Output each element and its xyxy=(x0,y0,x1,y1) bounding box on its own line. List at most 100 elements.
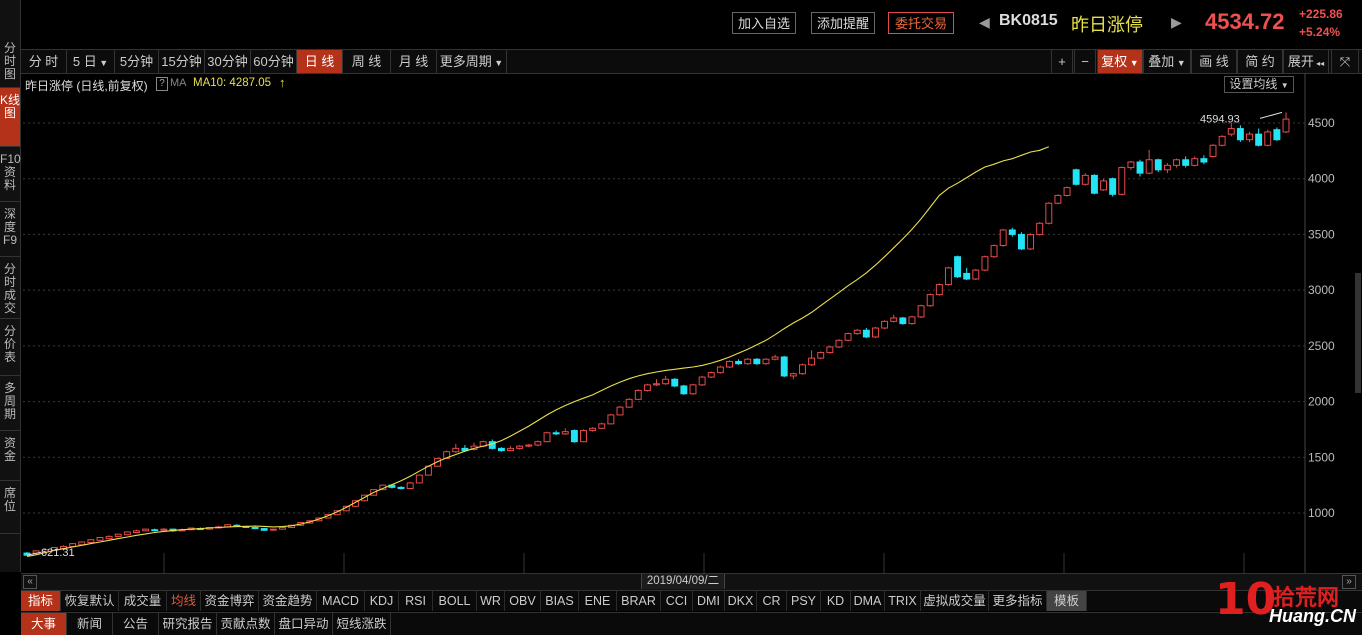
candle[interactable] xyxy=(799,363,806,375)
period-tab-0[interactable]: 分 时 xyxy=(21,50,67,73)
period-tab-6[interactable]: 日 线 xyxy=(297,50,343,73)
news-tab-5[interactable]: 盘口异动 xyxy=(275,613,333,635)
candle[interactable] xyxy=(653,379,660,386)
candle[interactable] xyxy=(1136,159,1144,177)
candle[interactable] xyxy=(1200,155,1208,165)
indicator-tab-6[interactable]: MACD xyxy=(317,591,365,611)
candle[interactable] xyxy=(1118,166,1126,196)
indicator-tab-22[interactable]: TRIX xyxy=(885,591,921,611)
candle[interactable] xyxy=(1264,129,1272,147)
candle[interactable] xyxy=(1273,127,1281,141)
candle[interactable] xyxy=(96,536,104,541)
candle[interactable] xyxy=(817,351,825,360)
indicator-tab-10[interactable]: WR xyxy=(477,591,505,611)
candle[interactable] xyxy=(835,339,843,349)
candle[interactable] xyxy=(972,268,980,281)
left-tab-4[interactable]: 分时成交 xyxy=(0,257,20,319)
candle[interactable] xyxy=(123,531,131,536)
period-tab-2[interactable]: 5分钟 xyxy=(115,50,159,73)
candle[interactable] xyxy=(881,320,889,330)
candle[interactable] xyxy=(397,486,405,490)
indicator-tab-13[interactable]: ENE xyxy=(579,591,617,611)
left-tab-3[interactable]: 深度F9 xyxy=(0,202,20,257)
candle[interactable] xyxy=(1255,128,1263,147)
candle[interactable] xyxy=(151,528,159,532)
candle[interactable] xyxy=(1246,131,1253,142)
indicator-tab-25[interactable]: 模板 xyxy=(1047,591,1087,611)
candle[interactable] xyxy=(890,314,898,323)
period-tab-7[interactable]: 周 线 xyxy=(343,50,391,73)
candle[interactable] xyxy=(698,375,706,386)
candle[interactable] xyxy=(598,422,606,429)
candle[interactable] xyxy=(534,440,542,447)
fullscreen-icon[interactable]: ⤧ xyxy=(1331,50,1359,73)
candle[interactable] xyxy=(1045,202,1053,225)
add-watchlist-button[interactable]: 加入自选 xyxy=(732,12,796,34)
candle[interactable] xyxy=(1154,158,1162,173)
indicator-tab-17[interactable]: DKX xyxy=(725,591,757,611)
news-tab-3[interactable]: 研究报告 xyxy=(159,613,217,635)
candle[interactable] xyxy=(114,533,122,537)
news-tab-4[interactable]: 贡献点数 xyxy=(217,613,275,635)
kline-chart-area[interactable]: 昨日涨停 (日线,前复权) ? MA MA10: 4287.05 ↑ 设置均线 … xyxy=(21,73,1362,573)
candle[interactable] xyxy=(507,446,514,452)
candle[interactable] xyxy=(1063,186,1071,197)
draw-line-button[interactable]: 画 线 xyxy=(1191,50,1237,73)
candle[interactable] xyxy=(278,526,286,530)
candle[interactable] xyxy=(735,359,743,365)
candle[interactable] xyxy=(1072,168,1080,186)
next-stock-icon[interactable]: ▶ xyxy=(1171,14,1182,31)
candle[interactable] xyxy=(963,267,971,281)
candle[interactable] xyxy=(944,266,952,286)
candle[interactable] xyxy=(689,383,697,395)
period-tab-8[interactable]: 月 线 xyxy=(391,50,437,73)
candle[interactable] xyxy=(570,429,578,443)
candle[interactable] xyxy=(981,255,989,272)
candle[interactable] xyxy=(744,358,752,365)
candle[interactable] xyxy=(1163,163,1171,174)
candle[interactable] xyxy=(990,244,998,258)
candle[interactable] xyxy=(406,481,414,490)
indicator-tab-1[interactable]: 恢复默认 xyxy=(61,591,119,611)
indicator-tab-20[interactable]: KD xyxy=(821,591,851,611)
candle[interactable] xyxy=(160,528,168,531)
candle[interactable] xyxy=(1100,178,1108,191)
candle[interactable] xyxy=(607,413,615,425)
candle[interactable] xyxy=(826,345,834,354)
indicator-tab-4[interactable]: 资金博弈 xyxy=(201,591,259,611)
candle[interactable] xyxy=(634,389,642,400)
candle[interactable] xyxy=(142,528,150,532)
indicator-tab-8[interactable]: RSI xyxy=(399,591,433,611)
prev-stock-icon[interactable]: ◀ xyxy=(979,14,990,31)
indicator-tab-19[interactable]: PSY xyxy=(787,591,821,611)
trade-button[interactable]: 委托交易 xyxy=(888,12,954,34)
indicator-tab-0[interactable]: 指标 xyxy=(21,591,61,611)
indicator-tab-7[interactable]: KDJ xyxy=(365,591,399,611)
candle[interactable] xyxy=(415,474,423,484)
candle[interactable] xyxy=(625,398,633,408)
candle[interactable] xyxy=(1282,112,1290,134)
candle[interactable] xyxy=(133,529,140,534)
zoom-in-button[interactable]: + xyxy=(1051,50,1073,73)
candle[interactable] xyxy=(1054,194,1062,205)
candle[interactable] xyxy=(671,378,679,388)
period-tab-3[interactable]: 15分钟 xyxy=(159,50,205,73)
candle[interactable] xyxy=(753,358,761,365)
candle[interactable] xyxy=(1036,222,1044,236)
candle[interactable] xyxy=(643,383,651,392)
left-tab-6[interactable]: 多周期 xyxy=(0,376,20,431)
news-tab-6[interactable]: 短线涨跌 xyxy=(333,613,391,635)
candle[interactable] xyxy=(853,329,861,335)
candle[interactable] xyxy=(935,283,943,296)
period-tab-1[interactable]: 5 日 ▼ xyxy=(67,50,115,73)
indicator-tab-5[interactable]: 资金趋势 xyxy=(259,591,317,611)
indicator-tab-9[interactable]: BOLL xyxy=(433,591,477,611)
indicator-tab-15[interactable]: CCI xyxy=(661,591,693,611)
adjust-button[interactable]: 复权 ▼ xyxy=(1097,50,1143,73)
candle[interactable] xyxy=(680,384,688,395)
add-alert-button[interactable]: 添加提醒 xyxy=(811,12,875,34)
candle[interactable] xyxy=(516,445,524,450)
candle[interactable] xyxy=(1090,174,1098,195)
candle[interactable] xyxy=(808,350,816,366)
scroll-left-icon[interactable]: « xyxy=(23,575,37,589)
